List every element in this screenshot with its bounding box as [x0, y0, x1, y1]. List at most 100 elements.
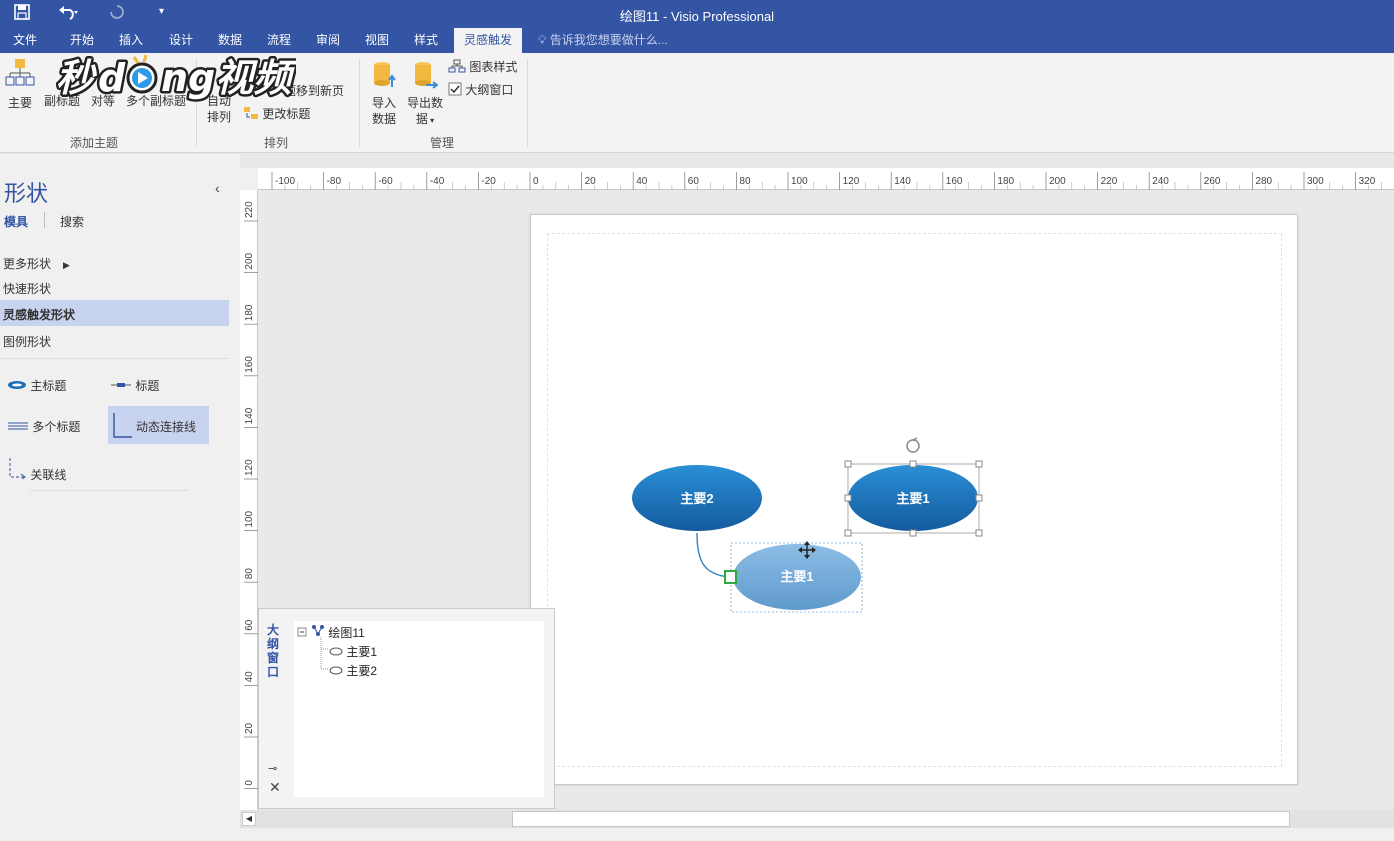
pin-icon[interactable]: ⊸: [268, 762, 277, 775]
ruler-label: -40: [430, 176, 445, 187]
ruler-label: 180: [997, 176, 1014, 187]
ruler-label: 20: [244, 722, 255, 734]
svg-text:d: d: [98, 56, 126, 100]
import-data-icon: [374, 62, 396, 87]
divider: [0, 358, 229, 359]
ruler-label: 280: [1255, 176, 1272, 187]
main-topic-button[interactable]: 主要: [4, 57, 36, 111]
outline-window: 大纲窗口 ⊸ ✕ 绘图11 主要1 主要2: [258, 608, 555, 809]
tab-styles[interactable]: 样式: [406, 28, 446, 53]
tab-view[interactable]: 视图: [357, 28, 397, 53]
ruler-label: 120: [244, 459, 255, 476]
topic-ellipse-icon: [329, 645, 343, 659]
dropdown-arrow-icon: ▾: [427, 116, 435, 125]
topic-label: 主要1: [780, 569, 813, 584]
master-multiple-topics[interactable]: 多个标题: [7, 418, 80, 435]
tab-divider: [44, 212, 45, 228]
checkbox-checked-icon: [448, 82, 462, 100]
connection-point-icon: [724, 570, 737, 584]
export-data-icon: [415, 62, 439, 89]
outline-tree: 绘图11 主要1 主要2: [294, 621, 544, 797]
ruler-label: 320: [1359, 176, 1376, 187]
ruler-label: -80: [327, 176, 342, 187]
dynamic-connector-icon: [111, 411, 133, 442]
tab-brainstorming[interactable]: 灵感触发: [454, 28, 523, 53]
ruler-label: 200: [1049, 176, 1066, 187]
shapes-panel: 形状 ‹ 模具 搜索 更多形状 ▶ 快速形状 灵感触发形状 图例形状 主标题 标题…: [0, 154, 240, 841]
ruler-label: 0: [244, 780, 255, 786]
ruler-label: -100: [275, 176, 295, 187]
ruler-label: 160: [946, 176, 963, 187]
ruler-label: 200: [244, 252, 255, 269]
ribbon-separator: [359, 59, 360, 147]
topic-shape-main1-selected[interactable]: 主要1: [848, 465, 978, 531]
change-topic-button[interactable]: 更改标题: [243, 106, 310, 124]
main-topic-icon: [7, 379, 27, 393]
master-topic[interactable]: 标题: [110, 377, 159, 394]
collapse-panel-icon[interactable]: ‹: [215, 180, 220, 196]
ribbon-separator: [527, 59, 528, 147]
horizontal-ruler[interactable]: -100 -80 -60 -40 -20 0 20 40 60 80 100 120 140 160 180…: [258, 168, 1394, 190]
ruler-label: 140: [894, 176, 911, 187]
quick-shapes-link[interactable]: 快速形状: [3, 280, 51, 297]
outline-window-checkbox[interactable]: 大纲窗口: [448, 82, 513, 100]
topic-label: 主要2: [680, 491, 713, 506]
stencil-legend-shapes[interactable]: 图例形状: [3, 333, 51, 350]
ruler-label: 100: [791, 176, 808, 187]
tab-search[interactable]: 搜索: [60, 213, 84, 230]
scroll-left-icon[interactable]: ◀: [242, 812, 256, 826]
tell-me-search[interactable]: 💡︎ 告诉我您想要做什么...: [538, 28, 668, 52]
ruler-label: 80: [739, 176, 751, 187]
outline-item[interactable]: 主要1: [329, 643, 377, 660]
chart-style-icon: [448, 59, 466, 77]
chart-style-button[interactable]: 图表样式: [448, 59, 517, 77]
ruler-label: -60: [378, 176, 393, 187]
ruler-label: 240: [1152, 176, 1169, 187]
ruler-label: 220: [244, 201, 255, 218]
master-main-topic[interactable]: 主标题: [7, 377, 66, 394]
tab-review[interactable]: 审阅: [308, 28, 348, 53]
topic-ellipse-icon: [329, 664, 343, 678]
window-title: 绘图11 - Visio Professional: [619, 9, 775, 24]
ruler-label: 120: [843, 176, 860, 187]
main-topic-icon: [5, 59, 35, 86]
multiple-topics-icon: [7, 420, 29, 434]
outline-root[interactable]: 绘图11: [311, 624, 365, 641]
master-relationship-line[interactable]: 关联线: [7, 457, 66, 483]
horizontal-scrollbar[interactable]: ◀: [240, 810, 1394, 828]
more-shapes-link[interactable]: 更多形状 ▶: [3, 255, 70, 272]
topic-label: 主要1: [896, 491, 929, 506]
ruler-label: 40: [636, 176, 648, 187]
outline-item[interactable]: 主要2: [329, 662, 377, 679]
ruler-label: 160: [244, 356, 255, 373]
topic-shape-main2[interactable]: 主要2: [632, 465, 762, 531]
shapes-panel-title: 形状: [4, 181, 49, 206]
rotate-handle-icon[interactable]: [906, 437, 920, 453]
topic-shape-main1-dragging[interactable]: 主要1: [724, 541, 863, 613]
ruler-label: 20: [585, 176, 597, 187]
divider: [30, 490, 188, 491]
ruler-label: 80: [244, 568, 255, 580]
import-data-button[interactable]: 导入 数据: [368, 59, 400, 127]
tab-file[interactable]: 文件: [5, 28, 45, 53]
export-data-button[interactable]: 导出数 据 ▾: [404, 59, 446, 129]
vertical-ruler[interactable]: 220 200 180 160 140 120 100 80 60 40 20 0: [240, 190, 258, 810]
outline-window-title: 大纲窗口: [267, 623, 280, 679]
ruler-label: 140: [244, 407, 255, 424]
ruler-label: 220: [1101, 176, 1118, 187]
drawing-icon: [311, 625, 325, 640]
scrollbar-thumb[interactable]: [512, 811, 1290, 827]
status-bar: [0, 828, 1394, 841]
tab-stencils[interactable]: 模具: [4, 213, 28, 230]
group-label-arrange: 排列: [264, 136, 289, 150]
ruler-label: 100: [244, 510, 255, 527]
svg-text:ng视频: ng视频: [161, 56, 296, 100]
close-icon[interactable]: ✕: [269, 779, 281, 796]
ruler-label: 40: [244, 671, 255, 683]
master-dynamic-connector[interactable]: 动态连接线: [108, 406, 209, 444]
ruler-label: 180: [244, 304, 255, 321]
change-topic-icon: [243, 106, 259, 124]
title-bar: ▾ 绘图11 - Visio Professional: [0, 0, 1394, 28]
ruler-label: 0: [533, 176, 539, 187]
stencil-brainstorming-shapes[interactable]: 灵感触发形状: [3, 306, 75, 323]
